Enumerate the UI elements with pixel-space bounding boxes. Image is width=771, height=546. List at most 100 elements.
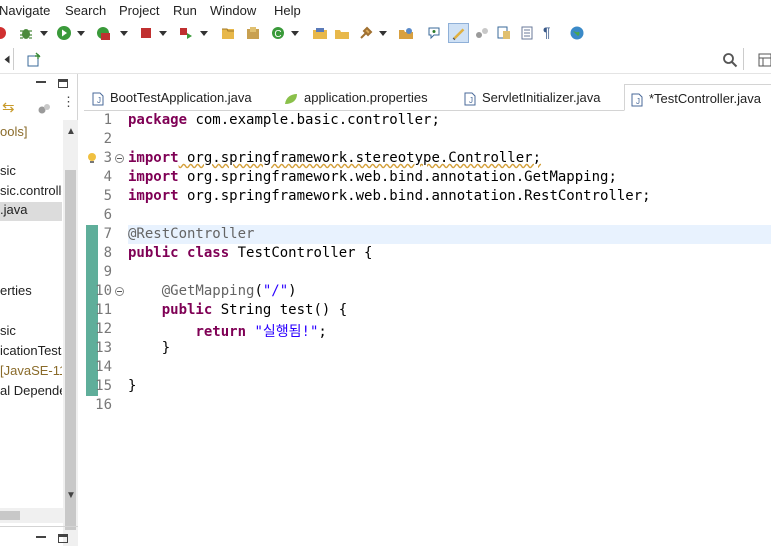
- toggle-highlight-icon[interactable]: [448, 23, 469, 43]
- code-token: (: [254, 283, 263, 299]
- properties-leaf-icon: [285, 93, 297, 104]
- coverage-dropdown-icon[interactable]: [200, 31, 208, 36]
- line-number: 9: [103, 264, 112, 280]
- quick-access-search-icon[interactable]: [722, 52, 738, 68]
- new-class-icon[interactable]: C: [270, 25, 286, 41]
- fold-toggle-icon[interactable]: [115, 154, 124, 163]
- paragraph-icon[interactable]: ¶: [543, 24, 551, 40]
- line-number: 15: [95, 378, 112, 394]
- code-line[interactable]: }: [128, 340, 170, 359]
- new-class-dropdown-icon[interactable]: [291, 31, 299, 36]
- open-task-icon[interactable]: [398, 25, 414, 41]
- link-with-editor-icon[interactable]: ⇆: [2, 98, 15, 116]
- fold-toggle-icon[interactable]: [115, 287, 124, 296]
- scrollbar-thumb[interactable]: [0, 511, 20, 520]
- tab-boottestapplication[interactable]: J BootTestApplication.java: [92, 84, 252, 111]
- view-menu-icon[interactable]: ⋮: [62, 95, 75, 108]
- panel-header: [0, 74, 78, 94]
- java-perspective-icon[interactable]: [757, 52, 771, 68]
- tree-item[interactable]: sic.controller: [0, 183, 62, 198]
- tree-item[interactable]: icationTests: [0, 343, 62, 358]
- tree-item[interactable]: sic: [0, 323, 62, 338]
- code-token: "실행됨!": [254, 324, 319, 340]
- tab-testcontroller[interactable]: J *TestController.java: [624, 84, 771, 111]
- code-editor[interactable]: 1 2 3 4 5 6 7 8 9 10 11 12 13 14 15 16 package com.exam…: [84, 111, 771, 546]
- maximize-icon[interactable]: [58, 79, 68, 88]
- code-line[interactable]: return "실행됨!";: [128, 321, 326, 340]
- horizontal-scrollbar[interactable]: [0, 508, 63, 523]
- run-dropdown-icon[interactable]: [77, 31, 85, 36]
- show-whitespace-icon[interactable]: [519, 25, 535, 41]
- line-number: 5: [103, 188, 112, 204]
- code-line[interactable]: }: [128, 378, 136, 397]
- tab-label: ServletInitializer.java: [482, 90, 601, 105]
- code-token: org.springframework.stereotype.Controlle…: [178, 150, 542, 166]
- svg-text:C: C: [274, 29, 281, 40]
- view-menu-icon[interactable]: [4, 55, 10, 64]
- tab-application-properties[interactable]: application.properties: [284, 84, 428, 111]
- open-type-icon[interactable]: [312, 25, 328, 41]
- new-package-icon[interactable]: [245, 25, 261, 41]
- debug-dropdown-icon[interactable]: [40, 31, 48, 36]
- error-marker-icon[interactable]: [0, 25, 8, 41]
- tree-item[interactable]: [JavaSE-11]: [0, 363, 62, 378]
- tree-item[interactable]: ools]: [0, 124, 62, 139]
- tree-item-selected[interactable]: .java: [0, 202, 62, 221]
- code-line[interactable]: public String test() {: [128, 302, 347, 321]
- menu-help[interactable]: Help: [274, 3, 301, 18]
- open-folder-icon[interactable]: [334, 25, 350, 41]
- menu-project[interactable]: Project: [119, 3, 159, 18]
- prev-annotation-icon[interactable]: [496, 25, 512, 41]
- stop-dropdown-icon[interactable]: [159, 31, 167, 36]
- open-perspective-icon[interactable]: [26, 52, 42, 68]
- globe-icon[interactable]: [569, 25, 585, 41]
- code-line[interactable]: @GetMapping("/"): [128, 283, 297, 302]
- search-icon[interactable]: [358, 25, 374, 41]
- tree-item[interactable]: al Dependen: [0, 383, 62, 398]
- code-line[interactable]: import org.springframework.web.bind.anno…: [128, 188, 651, 207]
- external-tools-icon[interactable]: [95, 25, 111, 41]
- code-line[interactable]: import org.springframework.stereotype.Co…: [128, 150, 541, 169]
- code-line[interactable]: import org.springframework.web.bind.anno…: [128, 169, 617, 188]
- menu-run[interactable]: Run: [173, 3, 197, 18]
- toggle-breadcrumb-icon[interactable]: [426, 25, 442, 41]
- code-line[interactable]: package com.example.basic.controller;: [128, 112, 440, 131]
- scroll-up-icon[interactable]: ▲: [66, 126, 76, 137]
- line-number: 2: [103, 131, 112, 147]
- code-line[interactable]: public class TestController {: [128, 245, 372, 264]
- menu-window[interactable]: Window: [210, 3, 256, 18]
- minimize-icon[interactable]: [36, 81, 46, 83]
- run-icon[interactable]: [56, 25, 72, 41]
- external-tools-dropdown-icon[interactable]: [120, 31, 128, 36]
- editor-tab-bar: J BootTestApplication.java application.pr…: [84, 84, 771, 111]
- filter-icon[interactable]: [36, 101, 52, 117]
- menu-search[interactable]: Search: [65, 3, 106, 18]
- next-annotation-icon[interactable]: [474, 25, 490, 41]
- maximize-icon[interactable]: [58, 534, 68, 543]
- scroll-down-icon[interactable]: ▼: [66, 490, 76, 501]
- debug-icon[interactable]: [18, 25, 34, 41]
- code-token: ): [288, 283, 297, 299]
- outline-panel-header: [0, 526, 78, 546]
- vertical-scrollbar[interactable]: ▲ ▼: [63, 120, 78, 546]
- tree-item[interactable]: erties: [0, 283, 62, 298]
- minimize-icon[interactable]: [36, 536, 46, 538]
- code-area[interactable]: package com.example.basic.controller; imp…: [128, 111, 771, 546]
- search-dropdown-icon[interactable]: [379, 31, 387, 36]
- code-token: String test() {: [212, 302, 348, 318]
- collapse-minus-icon: [117, 291, 122, 292]
- menu-navigate[interactable]: Navigate: [0, 3, 50, 18]
- warning-lightbulb-icon[interactable]: [86, 152, 98, 164]
- tab-servletinitializer[interactable]: J ServletInitializer.java: [464, 84, 601, 111]
- menu-bar: Navigate Search Project Run Window Help: [0, 0, 771, 22]
- stop-icon[interactable]: [138, 25, 154, 41]
- line-number: 1: [103, 112, 112, 128]
- new-java-project-icon[interactable]: [220, 25, 236, 41]
- scrollbar-thumb[interactable]: [65, 170, 76, 530]
- code-token: }: [128, 378, 137, 394]
- tree-item[interactable]: sic: [0, 163, 62, 178]
- code-line[interactable]: @RestController: [128, 226, 254, 245]
- coverage-icon[interactable]: [178, 25, 194, 41]
